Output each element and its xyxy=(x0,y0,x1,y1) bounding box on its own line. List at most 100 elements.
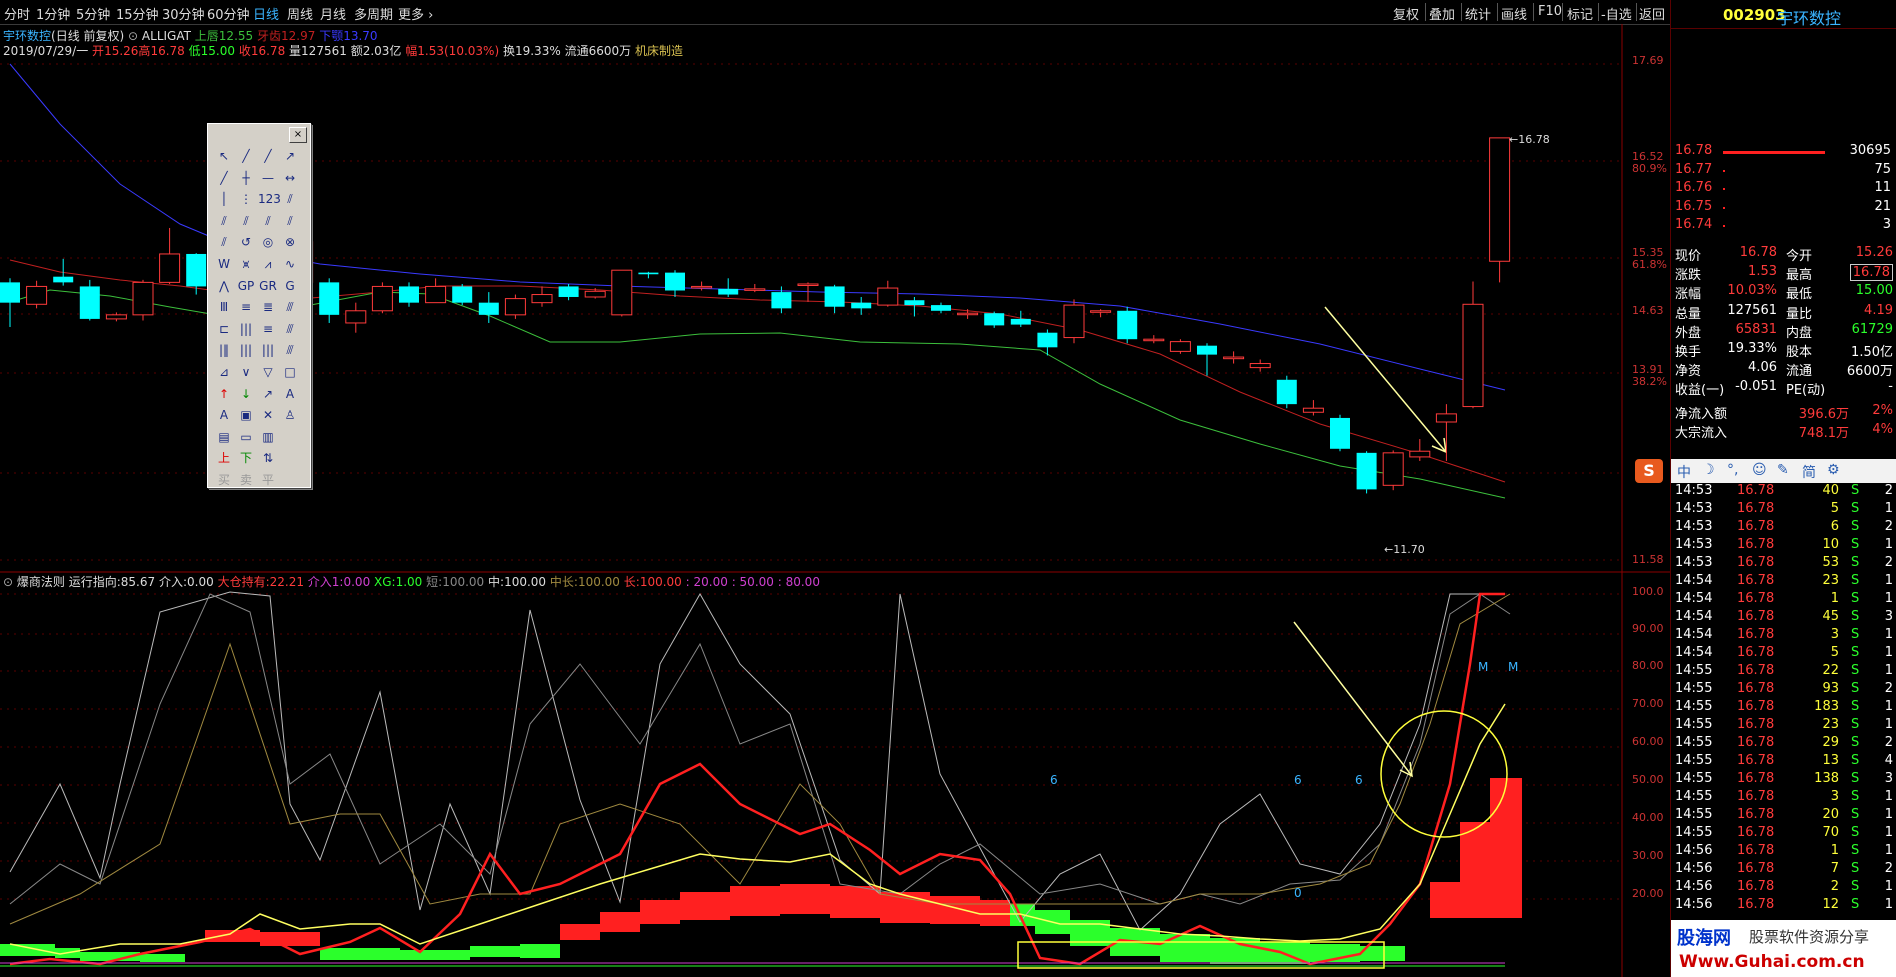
close-icon[interactable]: × xyxy=(289,127,307,143)
btn-f10[interactable]: F10 xyxy=(1538,4,1562,19)
ime-button-icon[interactable]: ✎ xyxy=(1777,462,1789,478)
draw-tool-icon[interactable]: ▥ xyxy=(258,427,278,447)
draw-tool-icon[interactable]: — xyxy=(258,168,278,188)
ime-button-icon[interactable]: °, xyxy=(1727,462,1738,478)
draw-tool-icon[interactable]: ▤ xyxy=(214,427,234,447)
draw-tool-icon[interactable]: ↺ xyxy=(236,232,256,252)
draw-tool-icon[interactable]: ∿ xyxy=(280,254,300,274)
tab-daily[interactable]: 日线 xyxy=(253,4,279,23)
candle-body xyxy=(1197,345,1217,355)
tab-1min[interactable]: 1分钟 xyxy=(36,4,70,23)
draw-tool-icon[interactable]: ⊿ xyxy=(214,362,234,382)
btn-overlay[interactable]: 叠加 xyxy=(1429,4,1455,23)
draw-tool-icon[interactable]: ↖ xyxy=(214,146,234,166)
draw-tool-icon[interactable]: ||| xyxy=(258,340,278,360)
draw-tool-icon[interactable]: ||| xyxy=(236,340,256,360)
draw-tool-icon[interactable]: ♙ xyxy=(280,405,300,425)
draw-tool-icon[interactable]: ⫻ xyxy=(280,319,300,339)
draw-tool-icon[interactable]: ⫽ xyxy=(280,189,300,209)
draw-tool-icon[interactable]: ╱ xyxy=(236,146,256,166)
draw-tool-icon[interactable]: ↓ xyxy=(236,384,256,404)
draw-tool-icon[interactable]: │ xyxy=(214,189,234,209)
draw-tool-icon[interactable] xyxy=(280,427,300,447)
draw-tool-icon[interactable]: ✕ xyxy=(258,405,278,425)
draw-tool-icon[interactable]: |‖ xyxy=(214,340,234,360)
draw-tool-icon[interactable]: 下 xyxy=(236,448,256,468)
draw-tool-icon[interactable]: GR xyxy=(258,276,278,296)
draw-tool-icon[interactable]: 买 xyxy=(214,470,234,490)
draw-tool-icon[interactable]: ↑ xyxy=(214,384,234,404)
drawing-tools-palette[interactable]: × ↖ ╱ ╱ ↗ ╱ ┼ — ↔ │ ⋮ 123 ⫽ ⫽ ⫽ ⫽ ⫽ ⫽ ↺ ◎ ⊗ W ⩙ ⩘ ∿ ⋀ GP GR G Ⅲ ≡ ≣ ⫻ ⊏ |… xyxy=(207,123,311,488)
draw-tool-icon[interactable]: ≣ xyxy=(258,297,278,317)
ime-button-icon[interactable]: 简 xyxy=(1802,462,1816,482)
draw-tool-icon[interactable]: ⩙ xyxy=(236,254,256,274)
ime-logo-icon[interactable]: S xyxy=(1635,459,1663,483)
tab-more[interactable]: 更多 › xyxy=(398,4,433,23)
tab-fenshi[interactable]: 分时 xyxy=(4,4,30,23)
draw-tool-icon[interactable]: ⫽ xyxy=(214,211,234,231)
draw-tool-icon[interactable]: ⫽ xyxy=(214,232,234,252)
ime-toolbar[interactable]: S 中 ☽ °, ☺ ✎ 简 ⚙ xyxy=(1635,459,1896,483)
draw-tool-icon[interactable] xyxy=(280,470,300,490)
draw-tool-icon[interactable]: ◎ xyxy=(258,232,278,252)
draw-tool-icon[interactable]: 平 xyxy=(258,470,278,490)
btn-stats[interactable]: 统计 xyxy=(1465,4,1491,23)
draw-tool-icon[interactable]: ╱ xyxy=(258,146,278,166)
ime-button-icon[interactable]: ☽ xyxy=(1702,462,1715,478)
draw-tool-icon[interactable]: ↗ xyxy=(258,384,278,404)
btn-mark[interactable]: 标记 xyxy=(1567,4,1593,23)
draw-tool-icon[interactable]: A xyxy=(214,405,234,425)
draw-tool-icon[interactable]: ⇅ xyxy=(258,448,278,468)
draw-tool-icon[interactable]: W xyxy=(214,254,234,274)
btn-watchlist[interactable]: -自选 xyxy=(1601,4,1632,23)
btn-draw-line[interactable]: 画线 xyxy=(1501,4,1527,23)
candle-body xyxy=(744,288,766,291)
tab-15min[interactable]: 15分钟 xyxy=(116,4,159,23)
draw-tool-icon[interactable]: ||| xyxy=(236,319,256,339)
draw-tool-icon[interactable]: □ xyxy=(280,362,300,382)
draw-tool-icon[interactable]: ≡ xyxy=(258,319,278,339)
indicator-settings-icon[interactable]: ⊙ xyxy=(3,575,13,589)
draw-tool-icon[interactable]: ⊗ xyxy=(280,232,300,252)
draw-tool-icon[interactable]: ▭ xyxy=(236,427,256,447)
tab-multi-period[interactable]: 多周期 xyxy=(354,4,393,23)
draw-tool-icon[interactable]: A xyxy=(280,384,300,404)
btn-back[interactable]: 返回 xyxy=(1639,4,1665,23)
draw-tool-icon[interactable]: ↔ xyxy=(280,168,300,188)
draw-tool-icon[interactable]: ┼ xyxy=(236,168,256,188)
ime-button-icon[interactable]: ☺ xyxy=(1752,462,1767,478)
draw-tool-icon[interactable]: ⊏ xyxy=(214,319,234,339)
draw-tool-icon[interactable]: ≡ xyxy=(236,297,256,317)
tab-5min[interactable]: 5分钟 xyxy=(76,4,110,23)
draw-tool-icon[interactable]: Ⅲ xyxy=(214,297,234,317)
draw-tool-icon[interactable]: 123 xyxy=(258,189,281,209)
draw-tool-icon[interactable]: ⫻ xyxy=(280,297,300,317)
btn-restore-rights[interactable]: 复权 xyxy=(1393,4,1419,23)
draw-tool-icon[interactable]: ⫻ xyxy=(280,340,300,360)
draw-tool-icon[interactable]: 上 xyxy=(214,448,234,468)
in1-value: 0.00 xyxy=(343,575,371,589)
draw-tool-icon[interactable]: G xyxy=(280,276,300,296)
draw-tool-icon[interactable]: ⋮ xyxy=(236,189,256,209)
draw-tool-icon[interactable]: ∨ xyxy=(236,362,256,382)
ime-button-icon[interactable]: 中 xyxy=(1677,462,1691,482)
tab-60min[interactable]: 60分钟 xyxy=(207,4,250,23)
candle-body xyxy=(53,276,74,283)
draw-tool-icon[interactable]: ↗ xyxy=(280,146,300,166)
draw-tool-icon[interactable]: GP xyxy=(236,276,256,296)
draw-tool-icon[interactable]: ▽ xyxy=(258,362,278,382)
draw-tool-icon[interactable] xyxy=(280,448,300,468)
draw-tool-icon[interactable]: ⫽ xyxy=(280,211,300,231)
draw-tool-icon[interactable]: ╱ xyxy=(214,168,234,188)
indicator-title: 爆商法则 xyxy=(16,575,65,589)
draw-tool-icon[interactable]: ▣ xyxy=(236,405,256,425)
draw-tool-icon[interactable]: ⫽ xyxy=(258,211,278,231)
draw-tool-icon[interactable]: ⋀ xyxy=(214,276,234,296)
draw-tool-icon[interactable]: 卖 xyxy=(236,470,256,490)
ime-button-icon[interactable]: ⚙ xyxy=(1827,462,1840,478)
tab-30min[interactable]: 30分钟 xyxy=(162,4,205,23)
tab-monthly[interactable]: 月线 xyxy=(320,4,346,23)
draw-tool-icon[interactable]: ⩘ xyxy=(258,254,278,274)
draw-tool-icon[interactable]: ⫽ xyxy=(236,211,256,231)
tab-weekly[interactable]: 周线 xyxy=(287,4,313,23)
